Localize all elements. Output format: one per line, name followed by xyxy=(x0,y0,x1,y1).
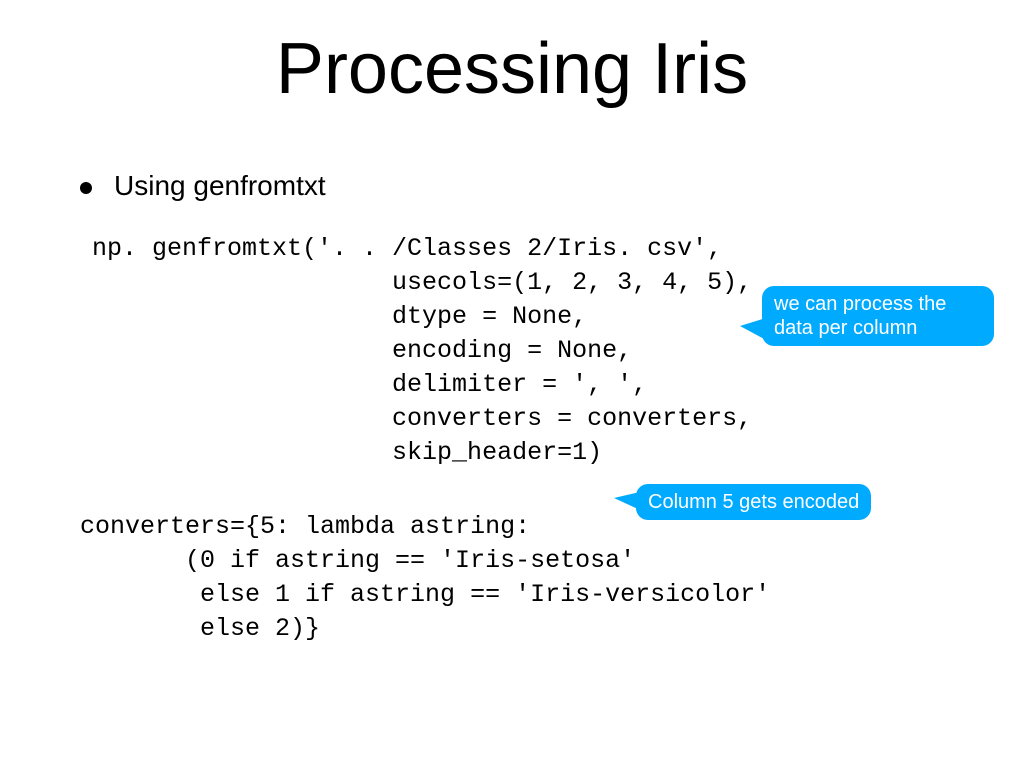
callout-tail-icon xyxy=(740,318,766,340)
slide-title: Processing Iris xyxy=(0,28,1024,110)
code-block-converters: converters={5: lambda astring: (0 if ast… xyxy=(80,510,770,646)
code-block-genfromtxt: np. genfromtxt('. . /Classes 2/Iris. csv… xyxy=(92,232,752,470)
callout-line-1: we can process the xyxy=(774,293,946,315)
bullet-item: Using genfromtxt xyxy=(80,170,326,202)
bullet-icon xyxy=(80,182,92,194)
callout-line-2: data per column xyxy=(774,317,917,339)
callout-process-per-column: we can process the data per column xyxy=(762,286,994,346)
bullet-text: Using genfromtxt xyxy=(114,170,326,202)
slide: Processing Iris Using genfromtxt np. gen… xyxy=(0,0,1024,768)
callout-tail-icon xyxy=(614,492,640,510)
